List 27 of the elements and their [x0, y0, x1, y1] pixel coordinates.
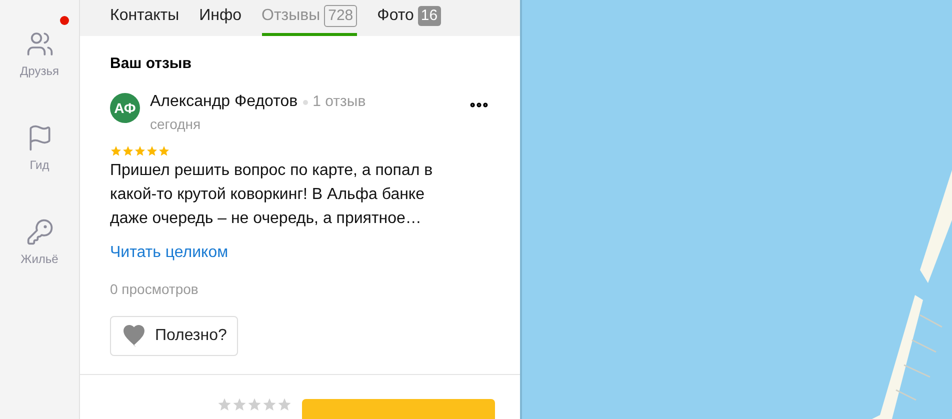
people-icon: [26, 30, 54, 58]
heart-icon: [121, 325, 147, 347]
section-heading: Ваш отзыв: [110, 54, 192, 74]
tab[interactable]: Контакты: [110, 0, 180, 36]
review-text: Пришел решить вопрос по карте, а попал в какой-то крутой коворкинг! В Альфа банке даже очередь – не очередь, а приятное…: [110, 161, 434, 229]
review-count: 1 отзыв: [312, 92, 366, 112]
star-icon: [247, 397, 262, 412]
star-icon: [158, 145, 170, 157]
star-icon: [217, 397, 232, 412]
count-badge: 16: [418, 6, 441, 26]
star-icon: [110, 145, 122, 157]
tab[interactable]: Инфо: [199, 0, 242, 36]
star-icon: [134, 145, 146, 157]
read-more-link[interactable]: Читать целиком: [110, 241, 490, 265]
star-icon: [232, 397, 247, 412]
view-count: 0 просмотров: [110, 280, 200, 299]
key-icon: [26, 218, 54, 246]
review-date: сегодня: [150, 115, 202, 134]
count-badge: 728: [324, 5, 358, 28]
helpful-button[interactable]: Полезно?: [110, 316, 238, 356]
star-icon: [146, 145, 158, 157]
tab[interactable]: Фото 16: [377, 0, 441, 36]
avatar: АФ: [110, 93, 140, 123]
author-name[interactable]: Александр Федотов: [150, 90, 298, 114]
star-icon: [262, 397, 277, 412]
star-icon: [277, 397, 292, 412]
star-icon: [122, 145, 134, 157]
